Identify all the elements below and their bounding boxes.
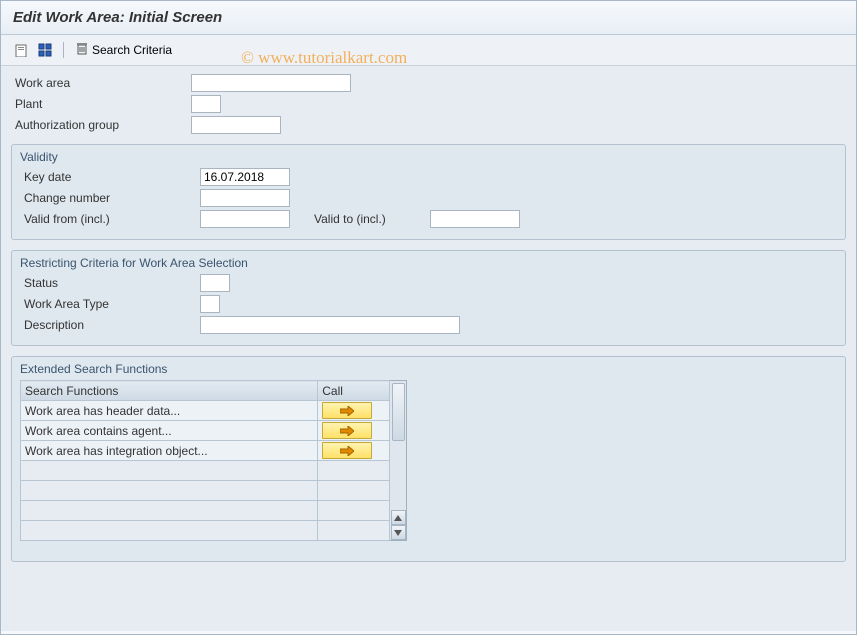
table-cell-call	[318, 441, 390, 461]
valid-from-input[interactable]	[200, 210, 290, 228]
auth-group-label: Authorization group	[11, 116, 191, 134]
status-input[interactable]	[200, 274, 230, 292]
scroll-up-icon[interactable]	[391, 510, 406, 525]
restricting-group: Restricting Criteria for Work Area Selec…	[11, 250, 846, 346]
work-area-type-label: Work Area Type	[20, 295, 200, 313]
status-label: Status	[20, 274, 200, 292]
auth-group-input[interactable]	[191, 116, 281, 134]
table-row: Work area contains agent...	[21, 421, 390, 441]
table-cell-label[interactable]: Work area contains agent...	[21, 421, 318, 441]
extended-group: Extended Search Functions Search Functio…	[11, 356, 846, 562]
valid-to-label: Valid to (incl.)	[310, 210, 430, 228]
col-search-functions[interactable]: Search Functions	[21, 381, 318, 401]
page-title: Edit Work Area: Initial Screen	[1, 1, 856, 35]
table-cell-call	[318, 421, 390, 441]
validity-title: Validity	[20, 150, 837, 164]
table-cell-label[interactable]: Work area has integration object...	[21, 441, 318, 461]
create-icon[interactable]	[11, 41, 31, 59]
change-number-label: Change number	[20, 189, 200, 207]
table-row: Work area has integration object...	[21, 441, 390, 461]
valid-to-input[interactable]	[430, 210, 520, 228]
change-number-input[interactable]	[200, 189, 290, 207]
table-cell-label[interactable]: Work area has header data...	[21, 401, 318, 421]
work-area-type-input[interactable]	[200, 295, 220, 313]
extended-title: Extended Search Functions	[20, 362, 837, 376]
validity-group: Validity Key date Change number Valid fr…	[11, 144, 846, 240]
trash-icon	[76, 42, 88, 59]
scrollbar-thumb[interactable]	[392, 383, 405, 441]
table-row	[21, 501, 390, 521]
search-criteria-button[interactable]: Search Criteria	[72, 42, 176, 59]
key-date-label: Key date	[20, 168, 200, 186]
table-row	[21, 461, 390, 481]
toolbar: Search Criteria	[1, 35, 856, 66]
search-criteria-label: Search Criteria	[92, 43, 172, 57]
work-area-label: Work area	[11, 74, 191, 92]
table-row	[21, 521, 390, 541]
watermark-text: © www.tutorialkart.com	[241, 48, 407, 68]
table-scrollbar[interactable]	[390, 380, 407, 541]
description-label: Description	[20, 316, 200, 334]
description-input[interactable]	[200, 316, 460, 334]
table-row	[21, 481, 390, 501]
call-button[interactable]	[322, 402, 372, 419]
overview-icon[interactable]	[35, 41, 55, 59]
scroll-down-icon[interactable]	[391, 525, 406, 540]
search-functions-table: Search Functions Call Work area has head…	[20, 380, 390, 541]
call-button[interactable]	[322, 422, 372, 439]
plant-input[interactable]	[191, 95, 221, 113]
valid-from-label: Valid from (incl.)	[20, 210, 200, 228]
restricting-title: Restricting Criteria for Work Area Selec…	[20, 256, 837, 270]
table-cell-call	[318, 401, 390, 421]
col-call[interactable]: Call	[318, 381, 390, 401]
plant-label: Plant	[11, 95, 191, 113]
table-row: Work area has header data...	[21, 401, 390, 421]
work-area-input[interactable]	[191, 74, 351, 92]
toolbar-separator	[63, 42, 64, 58]
call-button[interactable]	[322, 442, 372, 459]
key-date-input[interactable]	[200, 168, 290, 186]
